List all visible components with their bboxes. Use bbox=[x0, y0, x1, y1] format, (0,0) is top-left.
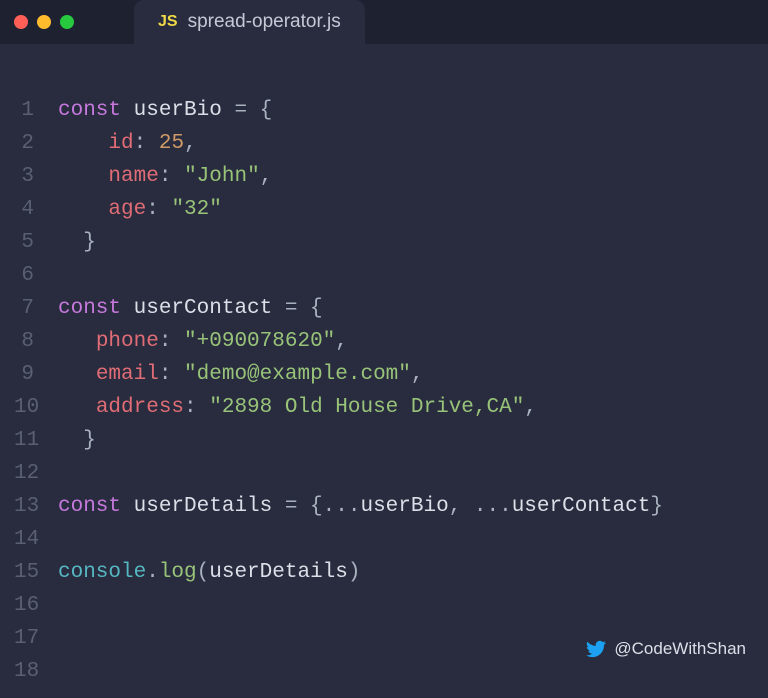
attribution: @CodeWithShan bbox=[586, 639, 746, 659]
line-content: console.log(userDetails) bbox=[58, 556, 360, 589]
code-line: 3 name: "John", bbox=[14, 160, 754, 193]
twitter-handle: @CodeWithShan bbox=[614, 639, 746, 659]
line-number: 6 bbox=[14, 259, 58, 292]
code-line: 8 phone: "+090078620", bbox=[14, 325, 754, 358]
line-number: 12 bbox=[14, 457, 58, 490]
line-number: 13 bbox=[14, 490, 58, 523]
line-number: 3 bbox=[14, 160, 58, 193]
window-controls bbox=[14, 15, 74, 29]
line-content: } bbox=[58, 226, 96, 259]
code-line: 5 } bbox=[14, 226, 754, 259]
line-number: 10 bbox=[14, 391, 58, 424]
minimize-icon[interactable] bbox=[37, 15, 51, 29]
code-line: 16 bbox=[14, 589, 754, 622]
code-line: 1const userBio = { bbox=[14, 94, 754, 127]
line-number: 11 bbox=[14, 424, 58, 457]
code-line: 11 } bbox=[14, 424, 754, 457]
tab-filename: spread-operator.js bbox=[188, 11, 341, 33]
line-number: 14 bbox=[14, 523, 58, 556]
line-content bbox=[58, 259, 71, 292]
code-line: 6 bbox=[14, 259, 754, 292]
code-line: 7const userContact = { bbox=[14, 292, 754, 325]
line-number: 5 bbox=[14, 226, 58, 259]
line-content bbox=[58, 622, 71, 655]
code-line: 13const userDetails = {...userBio, ...us… bbox=[14, 490, 754, 523]
line-content bbox=[58, 457, 71, 490]
line-number: 8 bbox=[14, 325, 58, 358]
line-content bbox=[58, 523, 71, 556]
titlebar: JS spread-operator.js bbox=[0, 0, 768, 44]
line-content: } bbox=[58, 424, 96, 457]
line-number: 7 bbox=[14, 292, 58, 325]
file-tab[interactable]: JS spread-operator.js bbox=[134, 0, 365, 44]
line-number: 15 bbox=[14, 556, 58, 589]
code-line: 10 address: "2898 Old House Drive,CA", bbox=[14, 391, 754, 424]
line-content: phone: "+090078620", bbox=[58, 325, 348, 358]
line-number: 2 bbox=[14, 127, 58, 160]
line-content: const userDetails = {...userBio, ...user… bbox=[58, 490, 663, 523]
code-line: 9 email: "demo@example.com", bbox=[14, 358, 754, 391]
line-content: email: "demo@example.com", bbox=[58, 358, 424, 391]
line-content: const userBio = { bbox=[58, 94, 272, 127]
line-content bbox=[58, 589, 71, 622]
line-number: 9 bbox=[14, 358, 58, 391]
line-number: 4 bbox=[14, 193, 58, 226]
line-content bbox=[58, 655, 71, 688]
line-number: 16 bbox=[14, 589, 58, 622]
line-content: const userContact = { bbox=[58, 292, 323, 325]
js-file-icon: JS bbox=[158, 13, 178, 31]
close-icon[interactable] bbox=[14, 15, 28, 29]
code-line: 12 bbox=[14, 457, 754, 490]
code-line: 14 bbox=[14, 523, 754, 556]
line-number: 17 bbox=[14, 622, 58, 655]
twitter-icon bbox=[586, 639, 606, 659]
code-content: 1const userBio = {2 id: 25,3 name: "John… bbox=[14, 94, 754, 688]
code-line: 4 age: "32" bbox=[14, 193, 754, 226]
line-content: name: "John", bbox=[58, 160, 272, 193]
code-line: 18 bbox=[14, 655, 754, 688]
code-line: 2 id: 25, bbox=[14, 127, 754, 160]
line-number: 1 bbox=[14, 94, 58, 127]
code-editor[interactable]: 1const userBio = {2 id: 25,3 name: "John… bbox=[0, 44, 768, 698]
line-content: id: 25, bbox=[58, 127, 197, 160]
line-number: 18 bbox=[14, 655, 58, 688]
line-content: address: "2898 Old House Drive,CA", bbox=[58, 391, 537, 424]
line-content: age: "32" bbox=[58, 193, 222, 226]
code-line: 15console.log(userDetails) bbox=[14, 556, 754, 589]
maximize-icon[interactable] bbox=[60, 15, 74, 29]
